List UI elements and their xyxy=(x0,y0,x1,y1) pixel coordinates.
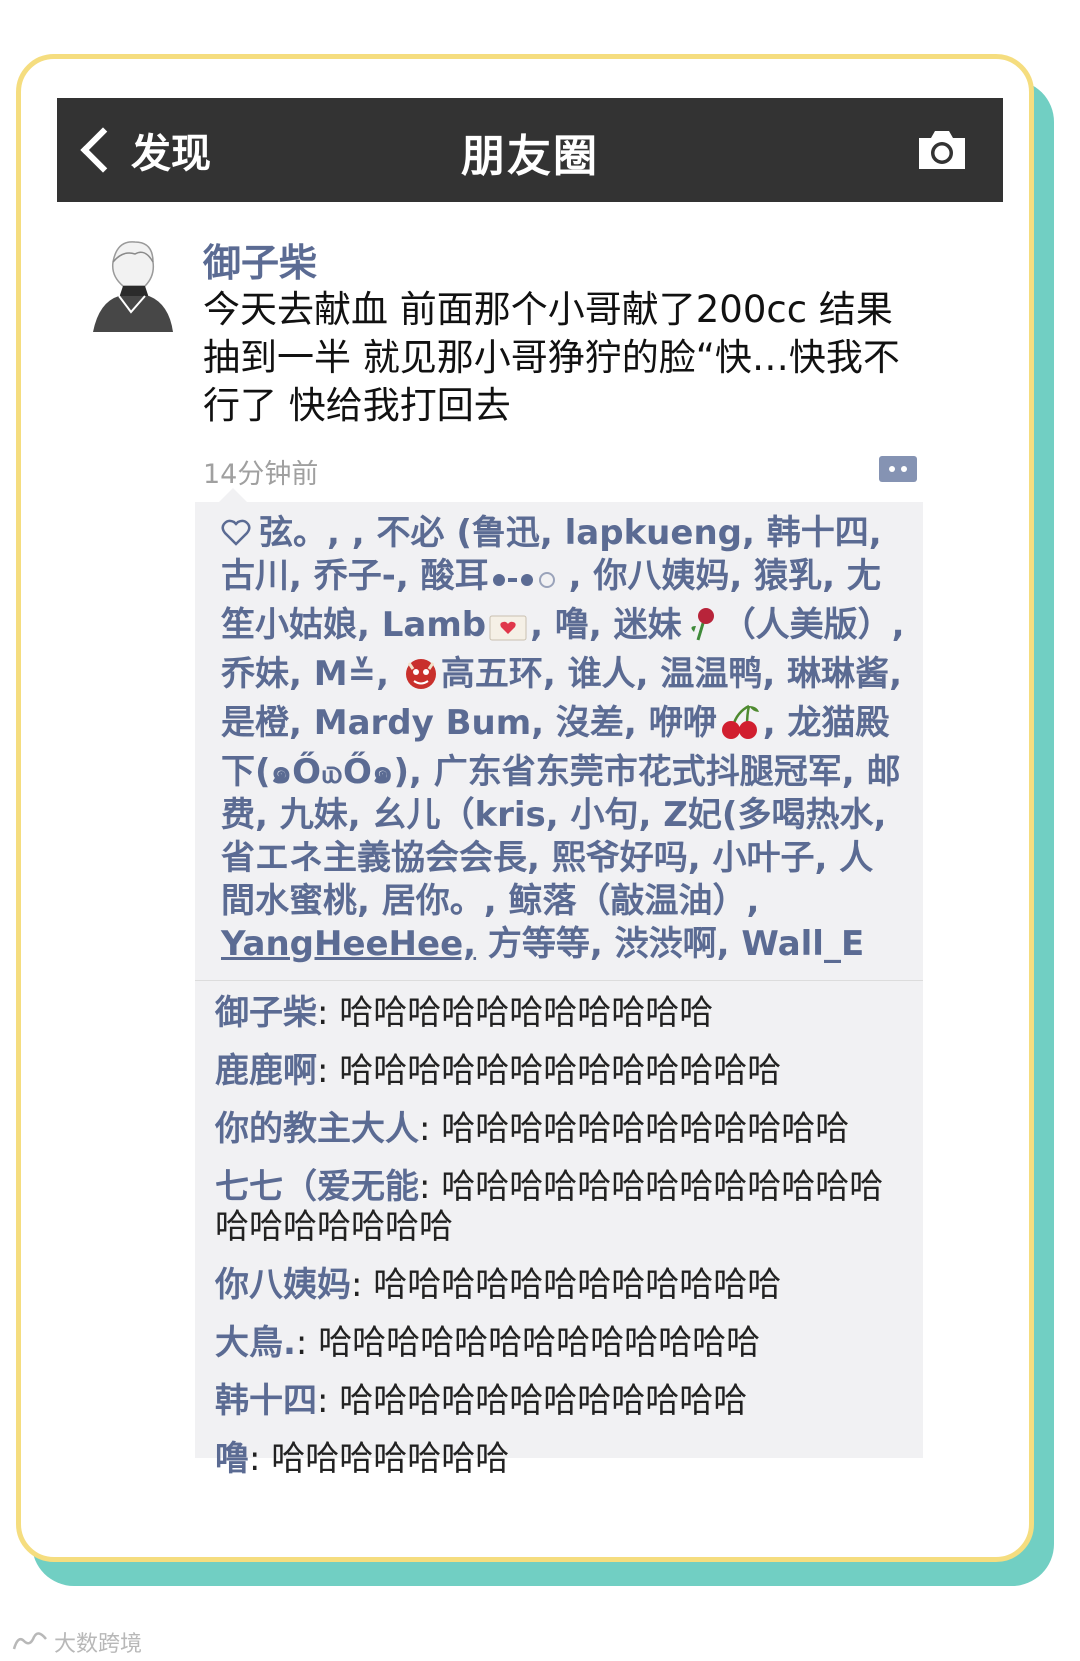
comment-item[interactable]: 你八姨妈: 哈哈哈哈哈哈哈哈哈哈哈哈 xyxy=(215,1265,905,1305)
comment-item[interactable]: 大鳥.: 哈哈哈哈哈哈哈哈哈哈哈哈哈 xyxy=(215,1323,905,1363)
comment-author: 你的教主大人 xyxy=(215,1109,419,1149)
likes-name-underlined[interactable]: YangHeeHee, xyxy=(221,924,476,964)
camera-icon[interactable] xyxy=(915,128,969,172)
watermark: 大数跨境 xyxy=(12,1626,142,1658)
watermark-text: 大数跨境 xyxy=(54,1632,143,1657)
comment-item[interactable]: 御子柴: 哈哈哈哈哈哈哈哈哈哈哈 xyxy=(215,993,905,1033)
page-title: 朋友圈 xyxy=(461,131,599,182)
likes-list: 弦。, , 不必 (鲁迅, lapkueng, 韩十四, 古川, 乔子-, 酸耳… xyxy=(195,502,923,980)
interactions-panel: 弦。, , 不必 (鲁迅, lapkueng, 韩十四, 古川, 乔子-, 酸耳… xyxy=(195,488,923,1479)
likes-names-3[interactable]: , 噜, 迷妹 xyxy=(530,605,682,645)
face-emoji-icon xyxy=(491,561,567,604)
comment-author: 御子柴 xyxy=(215,993,317,1033)
watermark-logo-icon xyxy=(12,1632,47,1650)
likes-names-7[interactable]: 方等等, 渋渋啊, Wall_E xyxy=(476,924,864,964)
comment-author: 韩十四 xyxy=(215,1381,317,1421)
comment-item[interactable]: 鹿鹿啊: 哈哈哈哈哈哈哈哈哈哈哈哈哈 xyxy=(215,1051,905,1091)
comment-item[interactable]: 韩十四: 哈哈哈哈哈哈哈哈哈哈哈哈 xyxy=(215,1381,905,1421)
comment-text: 哈哈哈哈哈哈哈哈哈哈哈 xyxy=(339,993,714,1033)
page: 发现 朋友圈 御子柴 今天去献血 前面那个小哥献了200cc 结果抽到一半 就见… xyxy=(0,0,1080,1661)
post-timestamp: 14分钟前 xyxy=(203,459,319,490)
navbar: 发现 朋友圈 xyxy=(57,98,1003,202)
comment-author: 噜 xyxy=(215,1439,249,1479)
post-text: 今天去献血 前面那个小哥献了200cc 结果抽到一半 就见那小哥狰狞的脸“快…快… xyxy=(203,288,900,427)
moment-post: 御子柴 今天去献血 前面那个小哥献了200cc 结果抽到一半 就见那小哥狰狞的脸… xyxy=(57,202,1003,1538)
comment-author: 你八姨妈 xyxy=(215,1265,351,1305)
comment-text: 哈哈哈哈哈哈哈哈哈哈哈哈哈 xyxy=(318,1323,761,1363)
heart-icon xyxy=(221,519,251,546)
comment-icon[interactable] xyxy=(877,452,919,486)
comment-author: 鹿鹿啊 xyxy=(215,1051,317,1091)
comment-item[interactable]: 噜: 哈哈哈哈哈哈哈 xyxy=(215,1439,905,1479)
love-letter-icon xyxy=(488,610,528,653)
ogre-mask-icon xyxy=(403,655,439,702)
comment-text: 哈哈哈哈哈哈哈哈哈哈哈哈哈 xyxy=(339,1051,782,1091)
comment-item[interactable]: 你的教主大人: 哈哈哈哈哈哈哈哈哈哈哈哈 xyxy=(215,1109,905,1149)
comment-text: 哈哈哈哈哈哈哈哈哈哈哈哈 xyxy=(339,1381,748,1421)
phone-screen: 发现 朋友圈 御子柴 今天去献血 前面那个小哥献了200cc 结果抽到一半 就见… xyxy=(57,98,1003,1538)
cherries-icon xyxy=(719,704,761,751)
comment-author: 大鳥. xyxy=(215,1323,296,1363)
comment-text: 哈哈哈哈哈哈哈哈哈哈哈哈 xyxy=(373,1265,782,1305)
comment-author: 七七（爱无能 xyxy=(215,1167,419,1207)
avatar[interactable] xyxy=(83,232,179,332)
comments-list: 御子柴: 哈哈哈哈哈哈哈哈哈哈哈 鹿鹿啊: 哈哈哈哈哈哈哈哈哈哈哈哈哈 你的教主… xyxy=(195,981,923,1479)
comment-text: 哈哈哈哈哈哈哈哈哈哈哈哈 xyxy=(441,1109,850,1149)
comment-item[interactable]: 七七（爱无能: 哈哈哈哈哈哈哈哈哈哈哈哈哈哈哈哈哈哈哈哈 xyxy=(215,1167,905,1247)
rose-icon xyxy=(684,606,720,653)
comment-text: 哈哈哈哈哈哈哈 xyxy=(271,1439,510,1479)
post-author[interactable]: 御子柴 xyxy=(203,232,317,287)
